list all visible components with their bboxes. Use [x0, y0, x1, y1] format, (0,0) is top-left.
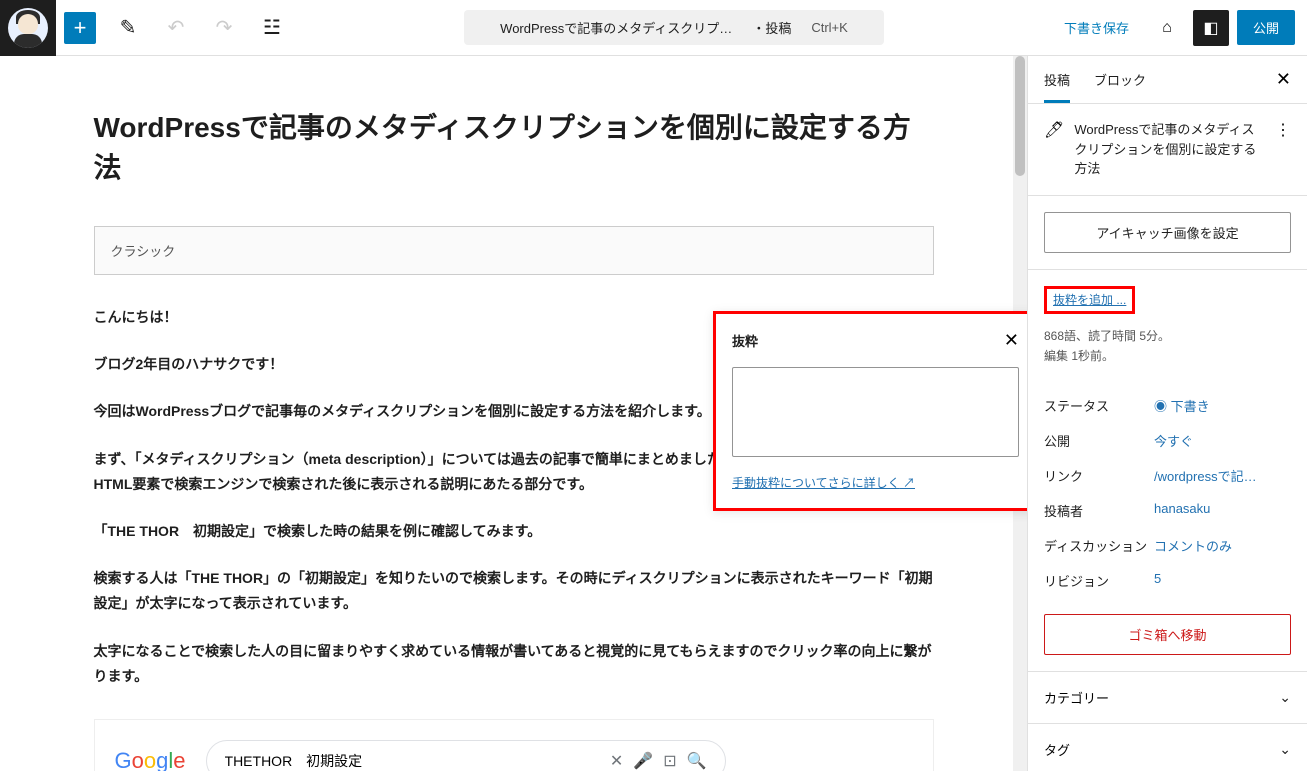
category-panel[interactable]: カテゴリー ⌄ — [1028, 672, 1307, 724]
search-icon: 🔍 — [687, 751, 707, 771]
paragraph[interactable]: 検索する人は「THE THOR」の「初期設定」を知りたいので検索します。その時に… — [94, 566, 934, 616]
trash-button[interactable]: ゴミ箱へ移動 — [1044, 614, 1291, 655]
save-draft-button[interactable]: 下書き保存 — [1052, 10, 1141, 45]
google-logo: Google — [115, 748, 186, 771]
lens-icon: ⊡ — [663, 751, 676, 771]
tools-button[interactable]: ✎ — [104, 4, 152, 52]
add-block-button[interactable]: + — [64, 12, 96, 44]
post-title[interactable]: WordPressで記事のメタディスクリプションを個別に設定する方法 — [94, 106, 934, 186]
author-value[interactable]: hanasaku — [1154, 501, 1291, 520]
post-icon: 🖊 — [1044, 120, 1064, 140]
editor-canvas[interactable]: WordPressで記事のメタディスクリプションを個別に設定する方法 クラシック… — [0, 56, 1027, 771]
google-search-box: ✕ 🎤 ⊡ 🔍 — [206, 740, 726, 771]
google-search-input — [225, 753, 600, 769]
document-title: WordPressで記事のメタディスクリプ… — [500, 18, 732, 37]
classic-block[interactable]: クラシック — [94, 226, 934, 275]
excerpt-add-highlight: 抜粋を追加 ... — [1044, 286, 1135, 314]
command-shortcut: Ctrl+K — [811, 20, 847, 35]
publish-label: 公開 — [1044, 431, 1154, 450]
discussion-label: ディスカッション — [1044, 536, 1154, 555]
clear-icon: ✕ — [610, 751, 623, 771]
mic-icon: 🎤 — [633, 751, 653, 771]
last-edited: 編集 1秒前。 — [1044, 346, 1291, 366]
redo-button[interactable]: ↷ — [200, 4, 248, 52]
site-avatar[interactable] — [0, 0, 56, 56]
chevron-down-icon: ⌄ — [1279, 741, 1291, 758]
sidebar-post-title: WordPressで記事のメタディスクリプションを個別に設定する方法 — [1074, 120, 1265, 179]
link-label: リンク — [1044, 466, 1154, 485]
chevron-down-icon: ⌄ — [1279, 689, 1291, 706]
status-value[interactable]: 下書き — [1154, 396, 1291, 415]
desktop-icon: ⌂ — [1162, 19, 1172, 37]
post-actions-button[interactable]: ⋮ — [1275, 120, 1291, 140]
document-title-bar[interactable]: WordPressで記事のメタディスクリプ… ・投稿 Ctrl+K — [464, 10, 884, 45]
sidebar-close-button[interactable]: ✕ — [1276, 56, 1291, 103]
status-label: ステータス — [1044, 396, 1154, 415]
top-toolbar: + ✎ ↶ ↷ ☳ WordPressで記事のメタディスクリプ… ・投稿 Ctr… — [0, 0, 1307, 56]
popover-title: 抜粋 — [732, 331, 758, 350]
preview-button[interactable]: ⌂ — [1149, 10, 1185, 46]
category-label: カテゴリー — [1044, 688, 1109, 707]
revision-label: リビジョン — [1044, 571, 1154, 590]
tag-panel[interactable]: タグ ⌄ — [1028, 724, 1307, 771]
excerpt-help-link[interactable]: 手動抜粋についてさらに詳しく — [732, 476, 915, 490]
list-icon: ☳ — [263, 15, 281, 40]
excerpt-popover: 抜粋 ✕ 手動抜粋についてさらに詳しく — [713, 311, 1027, 511]
author-label: 投稿者 — [1044, 501, 1154, 520]
word-count: 868語、読了時間 5分。 — [1044, 326, 1291, 346]
sidebar-icon: ◧ — [1203, 18, 1218, 38]
popover-close-button[interactable]: ✕ — [1004, 330, 1019, 351]
outline-button[interactable]: ☳ — [248, 4, 296, 52]
discussion-value[interactable]: コメントのみ — [1154, 536, 1291, 555]
tab-block[interactable]: ブロック — [1094, 56, 1146, 103]
link-value[interactable]: /wordpressで記… — [1154, 466, 1291, 485]
tab-post[interactable]: 投稿 — [1044, 56, 1070, 103]
undo-button[interactable]: ↶ — [152, 4, 200, 52]
document-type: ・投稿 — [752, 18, 791, 37]
revision-value[interactable]: 5 — [1154, 571, 1291, 590]
settings-toggle[interactable]: ◧ — [1193, 10, 1229, 46]
settings-sidebar: 投稿 ブロック ✕ 🖊 WordPressで記事のメタディスクリプションを個別に… — [1027, 56, 1307, 771]
publish-button[interactable]: 公開 — [1237, 10, 1295, 45]
undo-icon: ↶ — [168, 15, 185, 40]
paragraph[interactable]: 太字になることで検索した人の目に留まりやすく求めている情報が書いてあると視覚的に… — [94, 639, 934, 689]
excerpt-textarea[interactable] — [732, 367, 1019, 457]
scrollbar-thumb[interactable] — [1015, 56, 1025, 176]
edit-icon: ✎ — [120, 15, 137, 40]
excerpt-add-link[interactable]: 抜粋を追加 ... — [1053, 293, 1126, 307]
publish-value[interactable]: 今すぐ — [1154, 431, 1291, 450]
paragraph[interactable]: 「THE THOR 初期設定」で検索した時の結果を例に確認してみます。 — [94, 519, 934, 544]
redo-icon: ↷ — [216, 15, 233, 40]
google-screenshot: Google ✕ 🎤 ⊡ 🔍 すべて 画像 動画 ショッピング — [94, 719, 934, 771]
tag-label: タグ — [1044, 740, 1070, 759]
featured-image-button[interactable]: アイキャッチ画像を設定 — [1044, 212, 1291, 253]
